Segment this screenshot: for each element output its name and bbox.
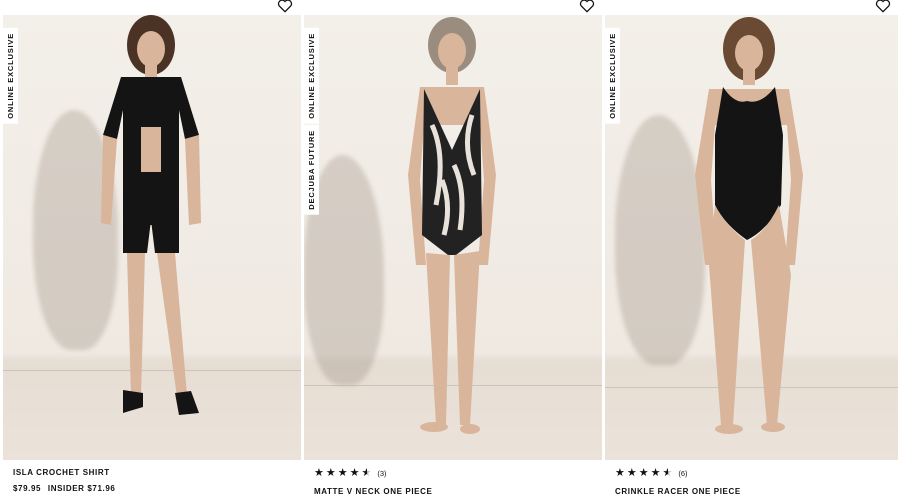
badge-online-exclusive: ONLINE EXCLUSIVE xyxy=(3,28,18,124)
heart-icon[interactable] xyxy=(277,0,293,13)
star-icon: ★ xyxy=(650,467,661,479)
product-card[interactable]: ONLINE EXCLUSIVE ISLA CROCHET SHIRT $79.… xyxy=(3,0,301,493)
half-star-icon: ★ xyxy=(361,467,372,479)
half-star-icon: ★ xyxy=(662,467,673,479)
review-count: (6) xyxy=(678,469,688,478)
star-icon: ★ xyxy=(314,467,324,479)
product-price: $79.95 xyxy=(13,484,42,493)
badge-online-exclusive: ONLINE EXCLUSIVE xyxy=(304,28,319,124)
rating-stars[interactable]: ★ ★ ★ ★ ★ (6) xyxy=(615,468,888,479)
product-card[interactable]: ONLINE EXCLUSIVE ★ ★ ★ ★ ★ (6) CRINKLE R… xyxy=(605,0,898,496)
insider-price: INSIDER $71.96 xyxy=(47,484,116,493)
star-icon: ★ xyxy=(349,467,360,479)
product-image[interactable]: ONLINE EXCLUSIVE DECJUBA FUTURE xyxy=(304,15,602,460)
product-info: ★ ★ ★ ★ ★ (6) CRINKLE RACER ONE PIECE xyxy=(605,460,898,497)
product-name[interactable]: MATTE V NECK ONE PIECE xyxy=(314,487,592,496)
heart-icon[interactable] xyxy=(875,0,891,13)
model-figure xyxy=(695,17,803,434)
product-image[interactable]: ONLINE EXCLUSIVE xyxy=(3,15,301,460)
star-icon: ★ xyxy=(615,467,625,479)
model-figure xyxy=(101,15,201,415)
star-icon: ★ xyxy=(337,467,348,479)
product-info: ISLA CROCHET SHIRT $79.95 INSIDER $71.96 xyxy=(3,460,301,493)
model-figure xyxy=(408,17,496,434)
badge-online-exclusive: ONLINE EXCLUSIVE xyxy=(605,28,620,124)
review-count: (3) xyxy=(377,469,387,478)
price-row: $79.95 INSIDER $71.96 xyxy=(13,484,291,493)
product-name[interactable]: CRINKLE RACER ONE PIECE xyxy=(615,487,888,496)
product-grid: ONLINE EXCLUSIVE ISLA CROCHET SHIRT $79.… xyxy=(0,0,900,500)
heart-icon[interactable] xyxy=(579,0,595,13)
product-card[interactable]: ONLINE EXCLUSIVE DECJUBA FUTURE ★ ★ ★ ★ … xyxy=(304,0,602,496)
product-name[interactable]: ISLA CROCHET SHIRT xyxy=(13,468,291,477)
star-icon: ★ xyxy=(325,467,336,479)
star-icon: ★ xyxy=(626,467,637,479)
product-info: ★ ★ ★ ★ ★ (3) MATTE V NECK ONE PIECE xyxy=(304,460,602,497)
star-icon: ★ xyxy=(638,467,649,479)
rating-stars[interactable]: ★ ★ ★ ★ ★ (3) xyxy=(314,468,592,479)
product-image[interactable]: ONLINE EXCLUSIVE xyxy=(605,15,898,460)
badge-decjuba-future: DECJUBA FUTURE xyxy=(304,125,319,215)
